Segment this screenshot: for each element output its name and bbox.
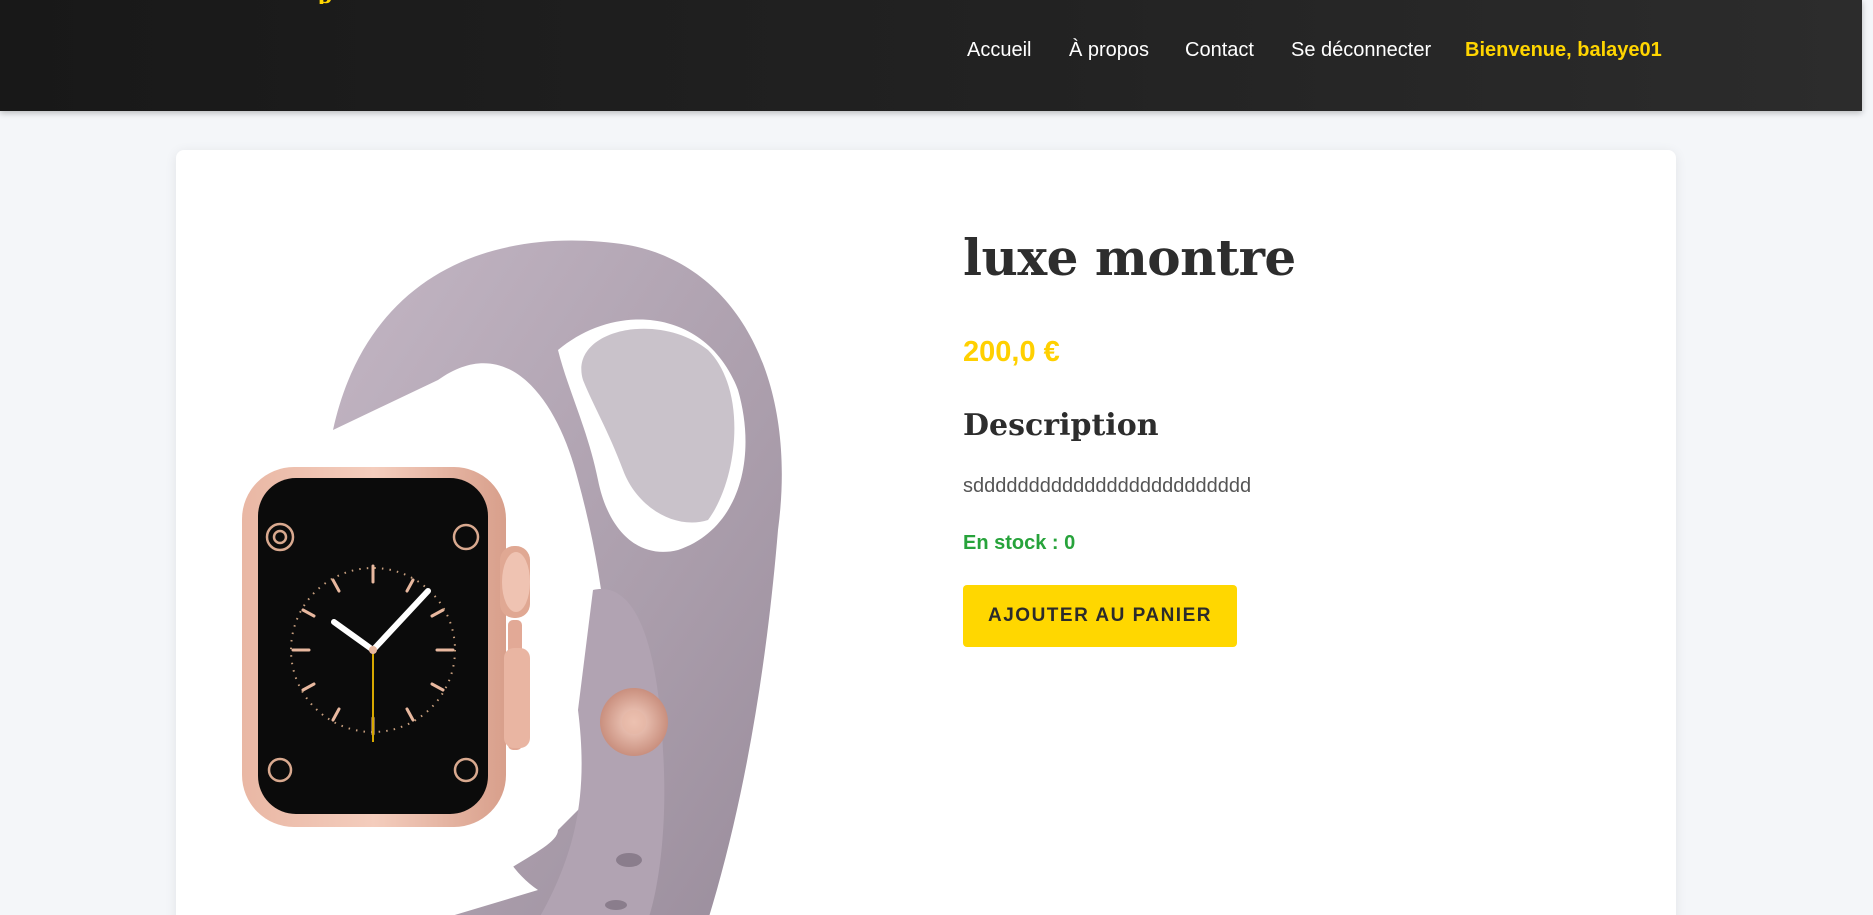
- product-price: 200,0 €: [963, 336, 1060, 368]
- site-header: p Accueil À propos Contact Se déconnecte…: [0, 0, 1862, 111]
- main-nav: Accueil À propos Contact Se déconnecter …: [0, 38, 1862, 62]
- product-title: luxe montre: [963, 228, 1296, 287]
- description-heading: Description: [963, 408, 1159, 443]
- add-to-cart-button[interactable]: AJOUTER AU PANIER: [963, 585, 1237, 647]
- nav-link-logout[interactable]: Se déconnecter: [1291, 38, 1431, 62]
- nav-link-contact[interactable]: Contact: [1185, 38, 1254, 62]
- site-logo[interactable]: p: [318, 0, 338, 4]
- product-image: [242, 240, 782, 915]
- nav-link-accueil[interactable]: Accueil: [967, 38, 1031, 62]
- nav-welcome-user[interactable]: Bienvenue, balaye01: [1465, 38, 1662, 62]
- product-description: sddddddddddddddddddddddddd: [963, 475, 1252, 497]
- product-card: luxe montre 200,0 € Description sddddddd…: [176, 150, 1676, 915]
- nav-link-a-propos[interactable]: À propos: [1069, 38, 1149, 62]
- stock-status: En stock : 0: [963, 532, 1076, 554]
